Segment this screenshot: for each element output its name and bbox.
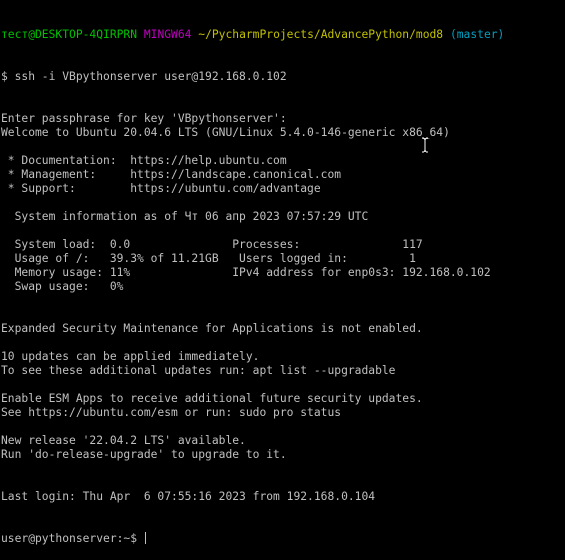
output-line: Enter passphrase for key 'VBpythonserver… (1, 112, 287, 125)
prompt-path: ~/PycharmProjects/AdvancePython/mod8 (198, 28, 444, 41)
prompt-mingw: MINGW64 (143, 28, 192, 41)
output-line: Usage of /: 39.3% of 11.21GB Users logge… (1, 252, 416, 265)
output-line: See https://ubuntu.com/esm or run: sudo … (1, 406, 342, 419)
text-cursor (144, 532, 146, 544)
output-line: * Support: https://ubuntu.com/advantage (1, 182, 321, 195)
output-line: To see these additional updates run: apt… (1, 364, 396, 377)
output-line: Expanded Security Maintenance for Applic… (1, 322, 423, 335)
output-line: Last login: Thu Apr 6 07:55:16 2023 from… (1, 490, 376, 503)
output-line: Memory usage: 11% IPv4 address for enp0s… (1, 266, 491, 279)
command-line: $ ssh -i VBpythonserver user@192.168.0.1… (1, 70, 287, 83)
output-line: Run 'do-release-upgrade' to upgrade to i… (1, 448, 287, 461)
output-line: * Documentation: https://help.ubuntu.com (1, 154, 287, 167)
output-line: 10 updates can be applied immediately. (1, 350, 260, 363)
output-line: * Management: https://landscape.canonica… (1, 168, 342, 181)
git-bash-prompt-line: тест@DESKTOP-4QIRPRN MINGW64 ~/PycharmPr… (1, 28, 565, 42)
output-line: System information as of Чт 06 апр 2023 … (1, 210, 369, 223)
prompt-user-host: тест@DESKTOP-4QIRPRN (1, 28, 138, 41)
shell-prompt: user@pythonserver:~$ (1, 532, 144, 545)
output-line: System load: 0.0 Processes: 117 (1, 238, 423, 251)
terminal-window[interactable]: тест@DESKTOP-4QIRPRN MINGW64 ~/PycharmPr… (0, 0, 565, 545)
output-line: Welcome to Ubuntu 20.04.6 LTS (GNU/Linux… (1, 126, 450, 139)
terminal-output: Enter passphrase for key 'VBpythonserver… (1, 112, 565, 504)
output-line: New release '22.04.2 LTS' available. (1, 434, 246, 447)
output-line: Enable ESM Apps to receive additional fu… (1, 392, 423, 405)
i-beam-cursor-icon (422, 137, 428, 153)
shell-prompt-line[interactable]: user@pythonserver:~$ (1, 532, 565, 546)
prompt-branch: (master) (449, 28, 505, 41)
output-line: Swap usage: 0% (1, 280, 124, 293)
